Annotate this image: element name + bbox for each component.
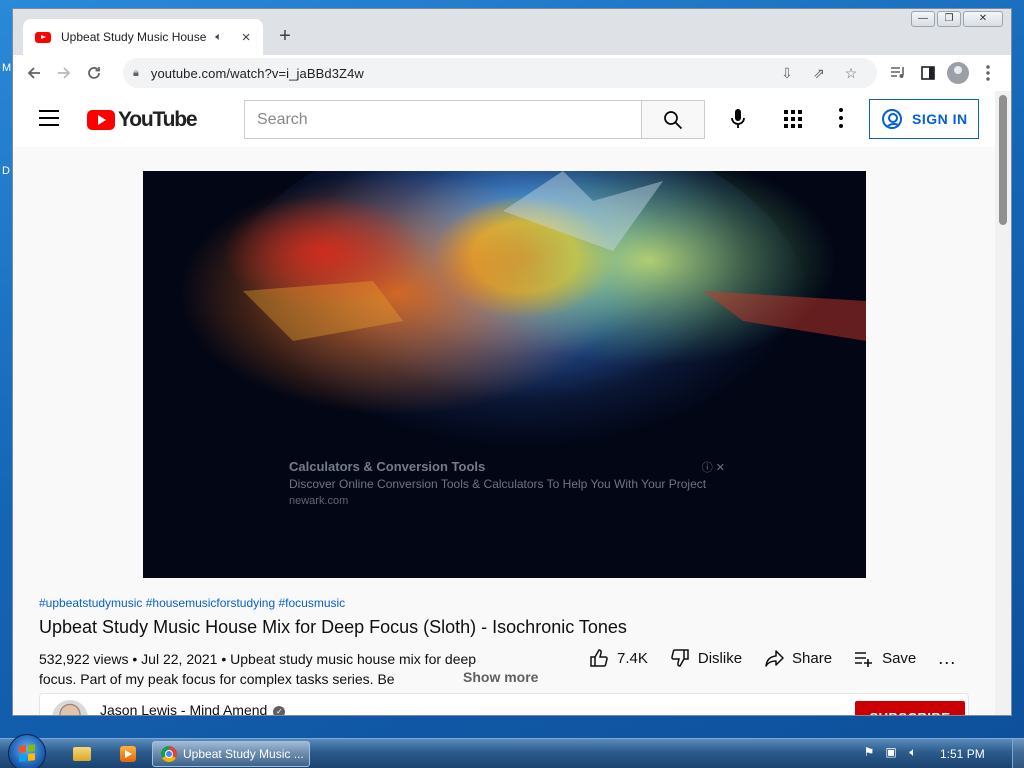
sign-in-label: SIGN IN <box>912 111 968 127</box>
tab-close-button[interactable]: × <box>239 29 253 46</box>
youtube-logo[interactable]: YouTube <box>87 108 198 132</box>
verified-check-icon: ✓ <box>273 706 286 715</box>
desktop-icon-label: D <box>2 165 10 177</box>
youtube-play-icon <box>87 110 115 130</box>
like-button[interactable]: 7.4K <box>589 648 648 668</box>
close-window-button[interactable]: ✕ <box>963 11 1003 27</box>
playlist-add-icon <box>855 652 873 667</box>
start-button[interactable] <box>8 734 46 768</box>
video-hashtags[interactable]: #upbeatstudymusic #housemusicforstudying… <box>39 596 345 610</box>
dislike-button[interactable]: Dislike <box>670 648 742 668</box>
channel-name-row[interactable]: Jason Lewis - Mind Amend ✓ <box>100 702 286 715</box>
youtube-page: YouTube Search SIGN IN Calculators & Con… <box>13 91 997 715</box>
side-panel-icon[interactable] <box>913 58 943 88</box>
bookmark-star-icon[interactable]: ☆ <box>835 65 867 82</box>
voice-search-button[interactable] <box>718 99 758 139</box>
show-more-button[interactable]: Show more <box>441 669 539 685</box>
speaker-icon[interactable]: 🔈︎ <box>215 31 229 44</box>
search-icon <box>664 110 683 129</box>
share-icon[interactable]: ⇗ <box>803 65 835 82</box>
chrome-icon <box>161 746 177 762</box>
reload-icon[interactable] <box>79 58 109 88</box>
show-desktop-button[interactable] <box>1012 739 1024 768</box>
subscribe-button[interactable]: SUBSCRIBE <box>855 701 965 715</box>
video-title: Upbeat Study Music House Mix for Deep Fo… <box>39 617 627 637</box>
taskbar-chrome-task[interactable]: Upbeat Study Music ... <box>152 741 310 767</box>
youtube-header: YouTube Search SIGN IN <box>13 91 997 147</box>
install-app-icon[interactable]: ⇩ <box>771 65 803 82</box>
taskbar: Upbeat Study Music ... ⚑ ▣ 🔈︎ 1:51 PM <box>0 734 1024 768</box>
taskbar-task-label: Upbeat Study Music ... <box>183 747 304 761</box>
folder-icon <box>73 747 91 761</box>
thumbs-down-icon <box>671 649 689 667</box>
browser-tab[interactable]: Upbeat Study Music House Mix for Deep Fo… <box>23 19 263 55</box>
share-label: Share <box>792 649 833 667</box>
save-label: Save <box>882 649 917 667</box>
video-description[interactable]: 532,922 views • Jul 22, 2021 • Upbeat st… <box>39 649 489 689</box>
youtube-wordmark: YouTube <box>118 108 198 131</box>
share-arrow-icon <box>765 650 784 667</box>
video-frame <box>143 171 866 578</box>
restore-button[interactable]: ❐ <box>937 11 961 27</box>
browser-window: Upbeat Study Music House Mix for Deep Fo… <box>12 8 1012 716</box>
ad-domain: newark.com <box>289 495 349 507</box>
settings-more-icon[interactable] <box>839 108 843 128</box>
browser-toolbar: 🔒︎ youtube.com/watch?v=i_jaBBd3Z4w ⇩ ⇗ ☆ <box>13 55 1011 91</box>
tab-strip: Upbeat Study Music House Mix for Deep Fo… <box>13 9 1011 55</box>
lock-icon[interactable]: 🔒︎ <box>133 67 139 80</box>
forward-icon[interactable] <box>49 58 79 88</box>
taskbar-clock[interactable]: 1:51 PM <box>940 747 985 761</box>
ad-close-icon[interactable]: ⓘ ✕ <box>702 459 725 475</box>
network-icon[interactable]: ▣ <box>884 745 898 759</box>
save-button[interactable]: Save <box>854 648 916 668</box>
channel-avatar[interactable] <box>52 700 88 715</box>
channel-card: Jason Lewis - Mind Amend ✓ SUBSCRIBE <box>39 693 969 715</box>
action-center-flag-icon[interactable]: ⚑ <box>862 745 876 759</box>
account-icon <box>882 109 902 129</box>
system-tray: ⚑ ▣ 🔈︎ <box>862 745 920 759</box>
channel-name[interactable]: Jason Lewis - Mind Amend <box>100 702 267 715</box>
video-actions: 7.4K Dislike Share Save ... <box>589 647 956 669</box>
thumbs-up-icon <box>590 649 608 667</box>
dislike-label: Dislike <box>697 649 743 667</box>
new-tab-button[interactable]: + <box>275 24 295 48</box>
address-bar[interactable]: 🔒︎ youtube.com/watch?v=i_jaBBd3Z4w ⇩ ⇗ ☆ <box>123 58 877 88</box>
toolbar-right <box>883 58 1003 88</box>
scrollbar-thumb[interactable] <box>999 95 1007 225</box>
window-controls: — ❐ ✕ <box>909 11 1003 27</box>
tab-title: Upbeat Study Music House Mix for Deep Fo… <box>61 30 207 44</box>
overlay-ad[interactable]: Calculators & Conversion Tools Discover … <box>289 459 725 507</box>
desktop-icon-label: M <box>2 62 12 74</box>
share-button[interactable]: Share <box>764 648 832 668</box>
ad-description: Discover Online Conversion Tools & Calcu… <box>289 477 707 491</box>
page-scrollbar[interactable] <box>995 91 1011 715</box>
hamburger-menu-icon[interactable] <box>39 110 59 126</box>
like-count: 7.4K <box>617 649 648 667</box>
profile-avatar-icon[interactable] <box>947 62 969 84</box>
microphone-icon <box>731 109 745 128</box>
media-control-icon[interactable] <box>883 58 913 88</box>
search-input[interactable]: Search <box>244 100 642 139</box>
media-player-icon <box>120 746 136 762</box>
more-actions-icon[interactable]: ... <box>938 648 956 669</box>
apps-grid-icon[interactable] <box>784 110 802 128</box>
ad-title[interactable]: Calculators & Conversion Tools <box>289 459 725 474</box>
taskbar-explorer-button[interactable] <box>62 742 102 766</box>
youtube-favicon-icon <box>35 31 51 43</box>
search-button[interactable] <box>641 100 705 139</box>
sign-in-button[interactable]: SIGN IN <box>869 99 979 139</box>
back-icon[interactable] <box>19 58 49 88</box>
url-text[interactable]: youtube.com/watch?v=i_jaBBd3Z4w <box>151 66 771 81</box>
windows-logo-icon <box>19 744 35 762</box>
browser-menu-icon[interactable] <box>973 58 1003 88</box>
volume-icon[interactable]: 🔈︎ <box>906 745 920 759</box>
taskbar-media-player-button[interactable] <box>108 742 148 766</box>
video-player[interactable]: Calculators & Conversion Tools Discover … <box>143 171 866 578</box>
minimize-button[interactable]: — <box>911 11 935 27</box>
